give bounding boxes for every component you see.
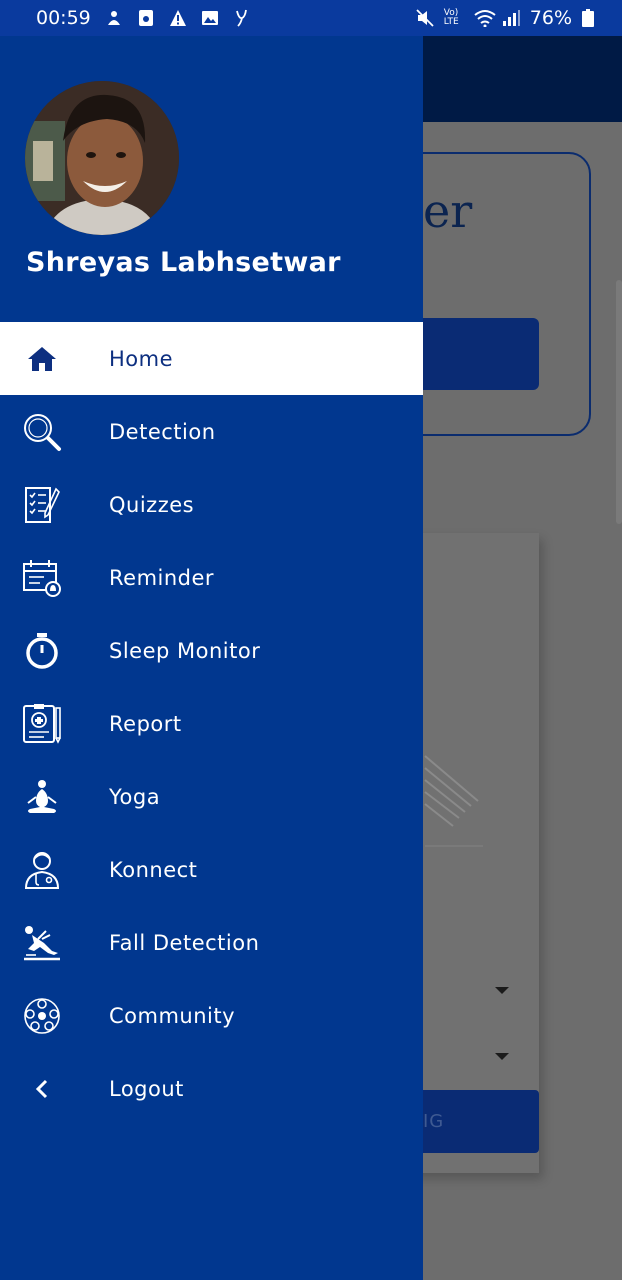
report-icon xyxy=(22,703,62,744)
signal-icon xyxy=(502,9,520,27)
dropdown-arrow-icon xyxy=(495,987,509,994)
menu-item-reminder[interactable]: Reminder xyxy=(0,541,423,614)
menu-item-label: Community xyxy=(109,1003,236,1028)
navigation-drawer: Shreyas Labhsetwar Home Detection Quizze… xyxy=(0,36,423,1280)
quiz-icon xyxy=(22,485,62,525)
menu-item-label: Reminder xyxy=(109,565,215,590)
menu-item-detection[interactable]: Detection xyxy=(0,395,423,468)
battery-percent: 76% xyxy=(529,7,572,29)
status-right: Vo) LTE 76% xyxy=(416,7,600,29)
background-app: er IG xyxy=(423,36,622,1280)
search-icon xyxy=(22,412,62,452)
menu-item-sleep-monitor[interactable]: Sleep Monitor xyxy=(0,614,423,687)
background-submit-button: IG xyxy=(423,1090,539,1153)
background-button xyxy=(423,318,539,390)
doctor-icon xyxy=(22,850,62,890)
status-bar: 00:59 Vo) LTE 76% xyxy=(0,0,622,36)
menu-item-label: Konnect xyxy=(109,857,198,882)
menu-item-label: Yoga xyxy=(109,784,161,809)
menu-item-label: Detection xyxy=(109,419,216,444)
screenshot-icon xyxy=(137,9,155,27)
background-title-fragment: er xyxy=(423,184,473,238)
user-name: Shreyas Labhsetwar xyxy=(26,247,341,278)
avatar-image xyxy=(25,81,179,235)
reminder-icon xyxy=(22,558,62,598)
avatar[interactable] xyxy=(25,81,179,235)
volte-indicator: Vo) LTE xyxy=(443,8,459,27)
stopwatch-icon xyxy=(22,631,62,671)
menu-item-quizzes[interactable]: Quizzes xyxy=(0,468,423,541)
yahoo-icon xyxy=(233,9,251,27)
chevron-left-icon xyxy=(22,1069,62,1109)
menu-item-konnect[interactable]: Konnect xyxy=(0,833,423,906)
status-left: 00:59 xyxy=(36,7,251,29)
background-button-fragment: IG xyxy=(423,1111,445,1132)
fall-icon xyxy=(22,923,62,963)
menu-item-report[interactable]: Report xyxy=(0,687,423,760)
menu-item-label: Home xyxy=(109,346,174,371)
community-icon xyxy=(22,996,62,1036)
menu-item-logout[interactable]: Logout xyxy=(0,1052,423,1125)
warning-icon xyxy=(169,9,187,27)
background-toolbar xyxy=(423,36,622,122)
background-illustration xyxy=(424,755,483,847)
menu-item-label: Logout xyxy=(109,1076,184,1101)
yoga-icon xyxy=(22,777,62,817)
menu-item-label: Fall Detection xyxy=(109,930,260,955)
status-time: 00:59 xyxy=(36,7,91,29)
notification-icon xyxy=(105,9,123,27)
menu-item-home[interactable]: Home xyxy=(0,322,423,395)
menu-item-fall-detection[interactable]: Fall Detection xyxy=(0,906,423,979)
menu-item-label: Quizzes xyxy=(109,492,195,517)
mute-icon xyxy=(416,9,434,27)
battery-icon xyxy=(582,9,600,27)
gallery-icon xyxy=(201,9,219,27)
drawer-menu: Home Detection Quizzes Reminder Sleep Mo… xyxy=(0,322,423,1125)
menu-item-label: Sleep Monitor xyxy=(109,638,261,663)
background-scrollbar xyxy=(616,280,622,524)
menu-item-yoga[interactable]: Yoga xyxy=(0,760,423,833)
dropdown-arrow-icon xyxy=(495,1053,509,1060)
menu-item-label: Report xyxy=(109,711,182,736)
menu-item-community[interactable]: Community xyxy=(0,979,423,1052)
wifi-icon xyxy=(474,9,496,27)
home-icon xyxy=(22,339,62,379)
